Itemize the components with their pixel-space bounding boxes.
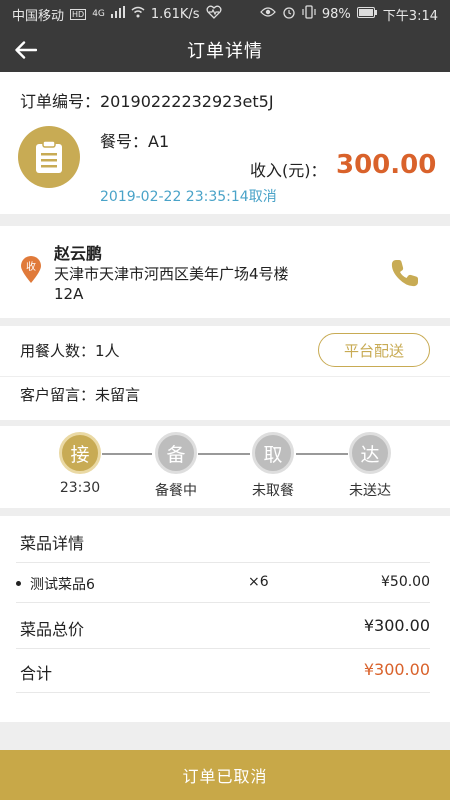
step-deliver-circle: 达 — [349, 432, 391, 474]
page-title: 订单详情 — [187, 41, 263, 62]
step-pickup-label: 未取餐 — [252, 483, 294, 499]
divider — [16, 692, 430, 693]
total-label: 合计 — [20, 664, 53, 683]
step-prepare: 备 备餐中 — [136, 432, 216, 500]
order-cancelled-button[interactable]: 订单已取消 — [0, 750, 450, 800]
health-icon — [206, 5, 222, 23]
diner-count: 用餐人数：1人 — [20, 342, 120, 360]
location-pin-icon: 收 — [20, 256, 42, 288]
step-pickup-circle: 取 — [252, 432, 294, 474]
delivery-type-badge: 平台配送 — [318, 333, 430, 367]
income-value: 300.00 — [336, 150, 437, 180]
address-line-2: 12A — [54, 285, 84, 303]
order-progress-card: 接 23:30 备 备餐中 取 未取餐 达 未送达 — [0, 426, 450, 508]
hd-icon: HD — [70, 8, 87, 20]
status-bar: 中国移动 HD 4G 1.61K/s 98% 下午3:14 — [0, 0, 450, 28]
step-deliver: 达 未送达 — [330, 432, 410, 500]
order-time-status: 2019-02-22 23:35:14取消 — [100, 189, 277, 205]
meal-number: 餐号：A1 — [100, 132, 170, 151]
divider — [16, 562, 430, 563]
order-clipboard-icon — [18, 126, 80, 188]
wifi-icon — [131, 6, 145, 22]
subtotal-value: ¥300.00 — [363, 616, 430, 635]
total-value: ¥300.00 — [363, 660, 430, 679]
step-accept: 接 23:30 — [40, 432, 120, 496]
order-summary-card: 订单编号：20190222232923et5J 餐号：A1 收入(元)： 300… — [0, 72, 450, 214]
alarm-icon — [282, 5, 296, 23]
step-prepare-label: 备餐中 — [155, 483, 197, 499]
customer-name: 赵云鹏 — [54, 244, 103, 263]
eye-icon — [260, 6, 276, 22]
nav-bar: 订单详情 — [0, 28, 450, 72]
list-item: 测试菜品6 ×6 ¥50.00 — [16, 574, 430, 594]
subtotal-label: 菜品总价 — [20, 620, 85, 639]
address-line-1: 天津市天津市河西区美年广场4号楼 — [54, 265, 289, 283]
divider — [0, 376, 450, 377]
order-number: 订单编号：20190222232923et5J — [20, 92, 274, 111]
dish-details-card: 菜品详情 测试菜品6 ×6 ¥50.00 菜品总价 ¥300.00 合计 ¥30… — [0, 516, 450, 722]
dish-quantity: ×6 — [248, 574, 269, 590]
step-accept-label: 23:30 — [59, 480, 101, 496]
step-pickup: 取 未取餐 — [233, 432, 313, 500]
vibrate-icon — [302, 5, 316, 23]
dish-name: 测试菜品6 — [30, 577, 95, 593]
total-row: 合计 ¥300.00 — [16, 660, 430, 683]
divider — [16, 648, 430, 649]
customer-remark: 客户留言：未留言 — [20, 386, 141, 404]
dish-details-title: 菜品详情 — [20, 534, 85, 553]
battery-icon — [356, 6, 377, 22]
back-button[interactable] — [12, 36, 40, 64]
step-deliver-label: 未送达 — [349, 483, 391, 499]
customer-address-card: 收 赵云鹏 天津市天津市河西区美年广场4号楼 12A — [0, 226, 450, 318]
step-accept-circle: 接 — [59, 432, 101, 474]
carrier-label: 中国移动 — [12, 8, 65, 24]
bullet-icon — [16, 581, 21, 586]
step-prepare-circle: 备 — [155, 432, 197, 474]
income-label: 收入(元)： — [250, 161, 327, 180]
phone-icon — [391, 260, 418, 287]
clock-time: 下午3:14 — [382, 8, 438, 24]
call-button[interactable] — [386, 254, 424, 292]
dish-price: ¥50.00 — [381, 574, 430, 590]
battery-level: 98% — [321, 6, 351, 22]
subtotal-row: 菜品总价 ¥300.00 — [16, 616, 430, 639]
order-info-card: 用餐人数：1人 平台配送 客户留言：未留言 — [0, 326, 450, 420]
network-speed: 1.61K/s — [150, 6, 200, 22]
signal-icon — [110, 6, 125, 22]
divider — [16, 602, 430, 603]
pin-label: 收 — [26, 260, 36, 273]
network-type: 4G — [92, 9, 105, 19]
arrow-left-icon — [15, 41, 37, 59]
